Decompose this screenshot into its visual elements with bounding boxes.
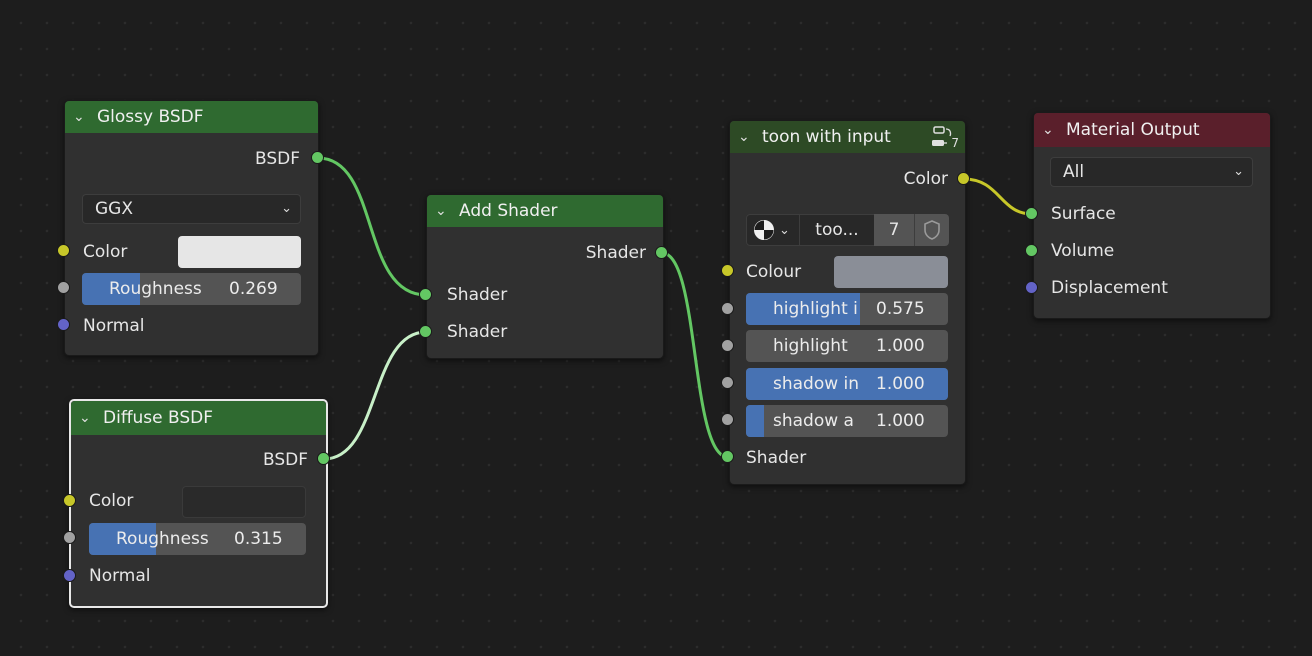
roughness-value: 0.269 [229,279,278,299]
input-slider-1[interactable]: highlight 1.000 [746,330,948,362]
volume-label: Volume [1051,241,1115,261]
add-shader-header[interactable]: ⌄ Add Shader [427,195,663,227]
diffuse-normal-socket[interactable] [63,569,76,582]
output-color-label: Color [903,169,948,189]
chevron-down-icon[interactable]: ⌄ [1042,122,1060,138]
group-users-badge: 7 [951,136,959,150]
toon-colour-socket[interactable] [721,264,734,277]
color-label: Color [89,491,134,511]
roughness-slider[interactable]: Roughness 0.315 [89,523,306,555]
toon-color-output-socket[interactable] [957,172,970,185]
glossy-color-socket[interactable] [57,244,70,257]
slider-value: 1.000 [876,374,925,394]
link-diffuse-to-add [323,330,427,461]
slider-value: 0.575 [876,299,925,319]
slider-label: highlight [773,336,848,356]
normal-label: Normal [83,316,145,336]
displacement-label: Displacement [1051,278,1168,298]
node-title: toon with input [762,127,891,147]
target-dropdown[interactable]: All ⌄ [1050,157,1253,187]
add-shader-input-1-socket[interactable] [419,288,432,301]
slider-label: shadow in [773,374,860,394]
add-shader-node[interactable]: ⌄ Add Shader Shader Shader Shader [426,194,664,359]
distribution-value: GGX [95,199,133,219]
shield-icon[interactable] [914,214,949,246]
chevron-down-icon[interactable]: ⌄ [73,109,91,125]
chevron-down-icon[interactable]: ⌄ [435,203,453,219]
output-shader-label: Shader [585,243,646,263]
glossy-normal-socket[interactable] [57,318,70,331]
node-group-selector[interactable]: ⌄ too... 7 [746,214,949,246]
glossy-bsdf-header[interactable]: ⌄ Glossy BSDF [65,101,318,133]
node-title: Glossy BSDF [97,107,204,127]
toon-shader-socket[interactable] [721,450,734,463]
slider-fill [746,405,764,437]
target-value: All [1063,162,1085,182]
add-shader-output-socket[interactable] [655,246,668,259]
material-output-header[interactable]: ⌄ Material Output [1034,113,1270,147]
material-sphere-icon[interactable]: ⌄ [746,214,800,246]
volume-input-socket[interactable] [1025,244,1038,257]
chevron-down-icon: ⌄ [1233,164,1244,179]
color-swatch[interactable] [182,486,306,518]
glossy-bsdf-node[interactable]: ⌄ Glossy BSDF BSDF GGX ⌄ Color Roughness… [64,100,319,356]
group-name-field[interactable]: too... [800,214,874,246]
distribution-dropdown[interactable]: GGX ⌄ [82,194,301,224]
link-add-to-toon [661,251,729,459]
slider-value: 1.000 [876,411,925,431]
output-bsdf-label: BSDF [262,450,308,470]
toon-input-socket-2[interactable] [721,376,734,389]
toon-input-socket-1[interactable] [721,339,734,352]
surface-input-socket[interactable] [1025,207,1038,220]
group-users-count[interactable]: 7 [874,214,914,246]
diffuse-color-socket[interactable] [63,494,76,507]
slider-label: shadow a [773,411,854,431]
link-toon-to-output [963,177,1033,216]
diffuse-bsdf-output-socket[interactable] [317,452,330,465]
input-shader-label: Shader [746,448,807,468]
node-title: Diffuse BSDF [103,408,214,428]
roughness-label: Roughness [109,279,202,299]
surface-label: Surface [1051,204,1116,224]
toon-input-socket-3[interactable] [721,413,734,426]
input-slider-2[interactable]: shadow in 1.000 [746,368,948,400]
roughness-value: 0.315 [234,529,283,549]
color-label: Color [83,242,128,262]
diffuse-bsdf-header[interactable]: ⌄ Diffuse BSDF [71,401,326,435]
displacement-input-socket[interactable] [1025,281,1038,294]
roughness-slider[interactable]: Roughness 0.269 [82,273,301,305]
input-slider-3[interactable]: shadow a 1.000 [746,405,948,437]
input-slider-0[interactable]: highlight i 0.575 [746,293,948,325]
chevron-down-icon[interactable]: ⌄ [738,129,756,145]
chevron-down-icon: ⌄ [281,201,292,216]
slider-value: 1.000 [876,336,925,356]
normal-label: Normal [89,566,151,586]
slider-label: highlight i [773,299,858,319]
color-swatch[interactable] [178,236,301,268]
node-title: Add Shader [459,201,558,221]
roughness-label: Roughness [116,529,209,549]
chevron-down-icon: ⌄ [779,222,790,238]
glossy-roughness-socket[interactable] [57,281,70,294]
chevron-down-icon[interactable]: ⌄ [79,410,97,426]
toon-group-node[interactable]: ⌄ toon with input 7 Color ⌄ too... 7 Col… [729,120,966,485]
toon-input-socket-0[interactable] [721,302,734,315]
material-output-node[interactable]: ⌄ Material Output All ⌄ Surface Volume D… [1033,112,1271,319]
link-glossy-to-add [317,156,427,297]
glossy-bsdf-output-socket[interactable] [311,151,324,164]
colour-label: Colour [746,262,802,282]
toon-group-header[interactable]: ⌄ toon with input 7 [730,121,965,153]
node-title: Material Output [1066,120,1200,140]
input-shader-2-label: Shader [447,322,508,342]
output-bsdf-label: BSDF [254,149,300,169]
input-shader-1-label: Shader [447,285,508,305]
add-shader-input-2-socket[interactable] [419,325,432,338]
diffuse-bsdf-node[interactable]: ⌄ Diffuse BSDF BSDF Color Roughness 0.31… [69,399,328,608]
colour-swatch[interactable] [834,256,948,288]
diffuse-roughness-socket[interactable] [63,531,76,544]
